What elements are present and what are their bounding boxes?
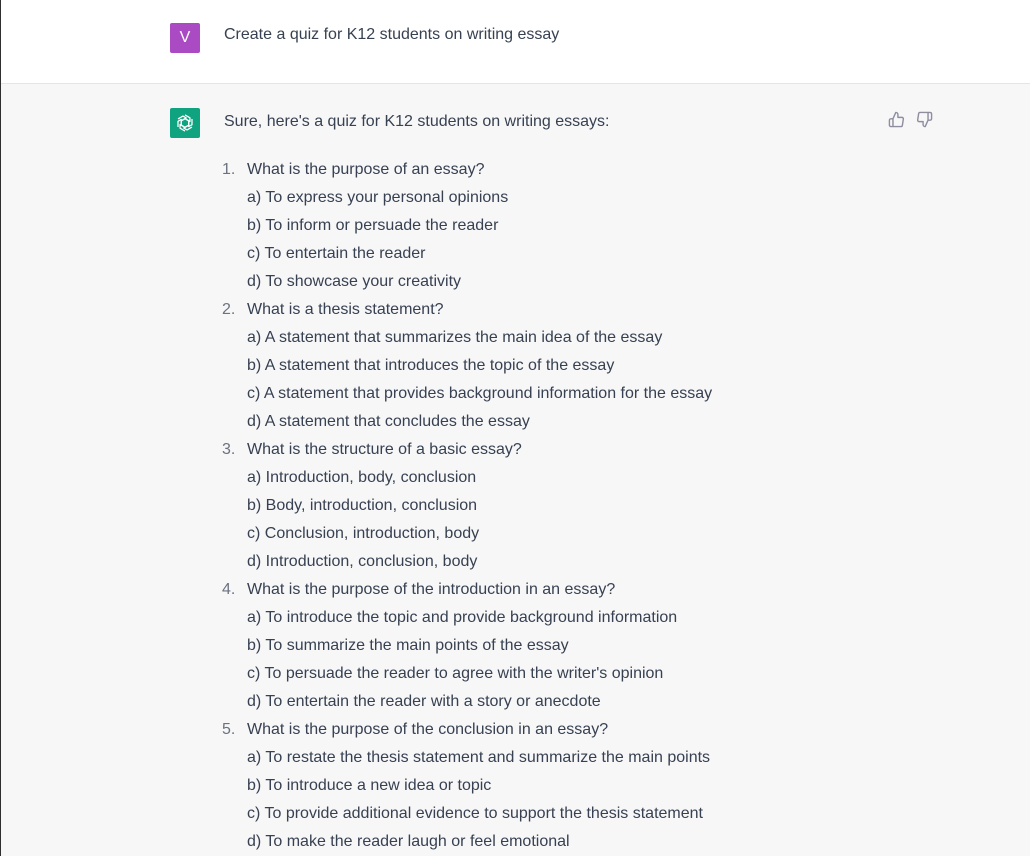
- quiz-list: 1. What is the purpose of an essay? a) To…: [222, 156, 712, 856]
- quiz-question: 1. What is the purpose of an essay? a) To…: [222, 156, 712, 296]
- answer-option: b) Body, introduction, conclusion: [247, 497, 478, 514]
- answer-option: a) A statement that summarizes the main …: [247, 329, 663, 346]
- question-number: 4.: [222, 581, 236, 598]
- question-text: What is a thesis statement?: [247, 301, 444, 318]
- assistant-intro-text: Sure, here's a quiz for K12 students on …: [224, 113, 610, 130]
- question-number: 5.: [222, 721, 236, 738]
- answer-option: d) To showcase your creativity: [247, 273, 462, 290]
- assistant-message-row: Sure, here's a quiz for K12 students on …: [1, 84, 1030, 856]
- quiz-question: 4. What is the purpose of the introductio…: [222, 576, 712, 716]
- user-avatar: V: [170, 23, 200, 53]
- answer-option: c) A statement that provides background …: [247, 385, 713, 402]
- thumbs-up-icon[interactable]: [888, 111, 905, 128]
- quiz-question: 3. What is the structure of a basic essay…: [222, 436, 712, 576]
- answer-option: a) Introduction, body, conclusion: [247, 469, 477, 486]
- question-number: 3.: [222, 441, 236, 458]
- answer-option: d) To make the reader laugh or feel emot…: [247, 833, 570, 850]
- user-message-row: V Create a quiz for K12 students on writ…: [1, 0, 1030, 84]
- answer-option: a) To restate the thesis statement and s…: [247, 749, 711, 766]
- answer-option: d) A statement that concludes the essay: [247, 413, 530, 430]
- answer-option: b) A statement that introduces the topic…: [247, 357, 615, 374]
- answer-option: c) To provide additional evidence to sup…: [247, 805, 703, 822]
- question-text: What is the purpose of the introduction …: [247, 581, 616, 598]
- thumbs-down-icon[interactable]: [916, 111, 933, 128]
- question-line: 5. What is the purpose of the conclusion …: [222, 716, 712, 744]
- answer-option: c) To persuade the reader to agree with …: [247, 665, 664, 682]
- answer-option: a) To introduce the topic and provide ba…: [247, 609, 678, 626]
- question-text: What is the structure of a basic essay?: [247, 441, 522, 458]
- answer-option: d) Introduction, conclusion, body: [247, 553, 478, 570]
- question-line: 4. What is the purpose of the introductio…: [222, 576, 712, 604]
- question-line: 2. What is a thesis statement?: [222, 296, 712, 324]
- question-number: 1.: [222, 161, 236, 178]
- question-text: What is the purpose of the conclusion in…: [247, 721, 609, 738]
- feedback-buttons: [888, 111, 933, 128]
- quiz-question: 5. What is the purpose of the conclusion …: [222, 716, 712, 856]
- user-message-text: Create a quiz for K12 students on writin…: [224, 26, 560, 43]
- question-text: What is the purpose of an essay?: [247, 161, 485, 178]
- question-number: 2.: [222, 301, 236, 318]
- answer-option: a) To express your personal opinions: [247, 189, 509, 206]
- answer-option: d) To entertain the reader with a story …: [247, 693, 601, 710]
- answer-option: b) To introduce a new idea or topic: [247, 777, 492, 794]
- answer-option: b) To summarize the main points of the e…: [247, 637, 569, 654]
- question-line: 1. What is the purpose of an essay?: [222, 156, 712, 184]
- answer-option: c) To entertain the reader: [247, 245, 426, 262]
- answer-option: b) To inform or persuade the reader: [247, 217, 499, 234]
- question-line: 3. What is the structure of a basic essay…: [222, 436, 712, 464]
- quiz-question: 2. What is a thesis statement? a) A state…: [222, 296, 712, 436]
- answer-option: c) Conclusion, introduction, body: [247, 525, 480, 542]
- openai-logo-icon: [170, 108, 200, 138]
